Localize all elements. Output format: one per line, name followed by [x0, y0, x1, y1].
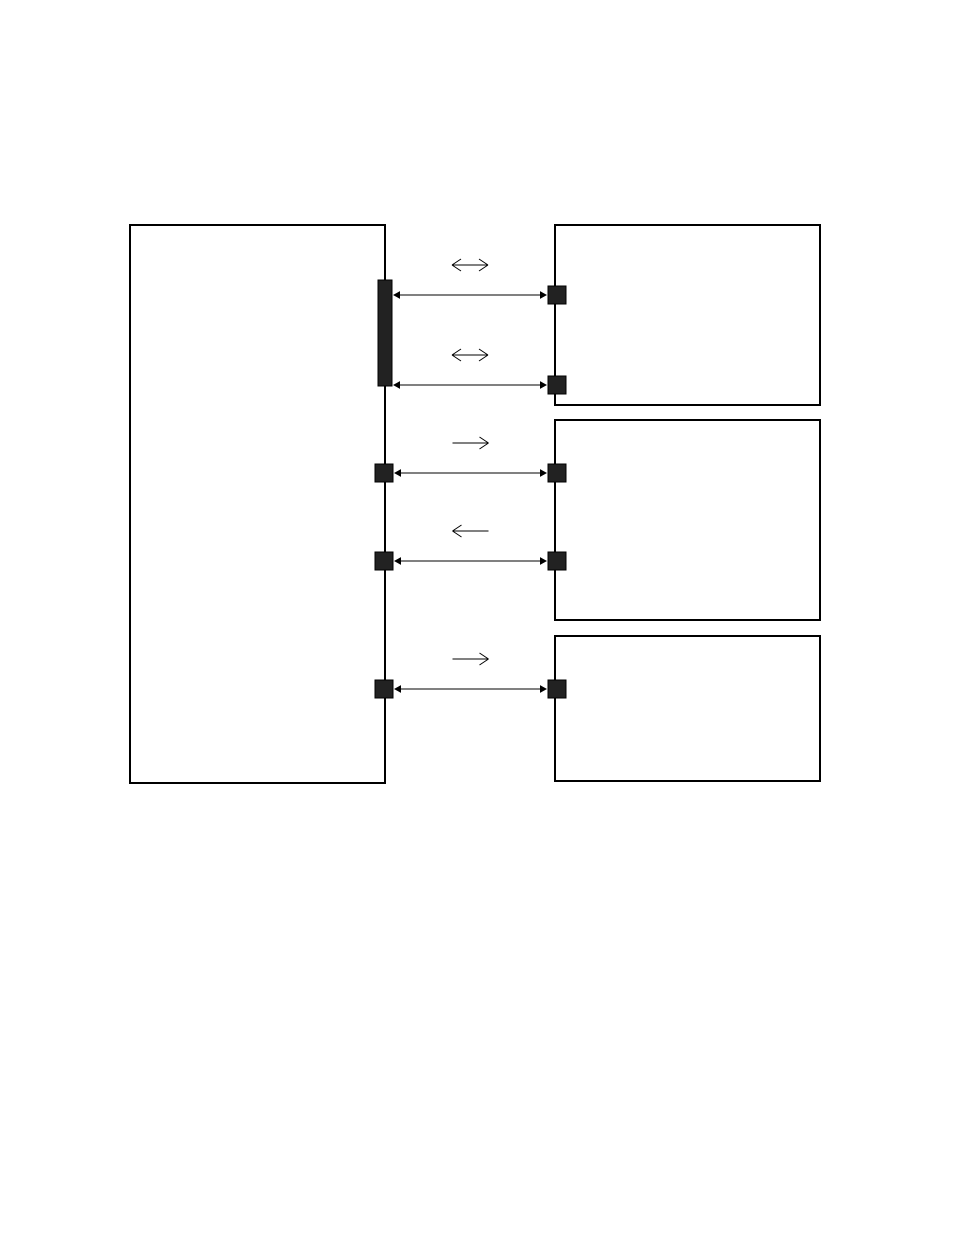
left-port [375, 552, 393, 570]
arrowhead [540, 381, 547, 389]
right-port [548, 680, 566, 698]
right-port [548, 552, 566, 570]
block-diagram [0, 0, 954, 1235]
arrowhead [394, 557, 401, 565]
right-port [548, 464, 566, 482]
left-block [130, 225, 385, 783]
arrowhead [540, 469, 547, 477]
arrowhead [540, 291, 547, 299]
arrowhead [393, 381, 400, 389]
arrowhead [393, 291, 400, 299]
arrowhead [540, 685, 547, 693]
arrowhead [540, 557, 547, 565]
right-port [548, 286, 566, 304]
left-port [378, 280, 392, 386]
arrowhead [394, 469, 401, 477]
right-port [548, 376, 566, 394]
right-block-r2 [555, 420, 820, 620]
left-port [375, 680, 393, 698]
right-block-r1 [555, 225, 820, 405]
arrowhead [394, 685, 401, 693]
right-block-r3 [555, 636, 820, 781]
left-port [375, 464, 393, 482]
